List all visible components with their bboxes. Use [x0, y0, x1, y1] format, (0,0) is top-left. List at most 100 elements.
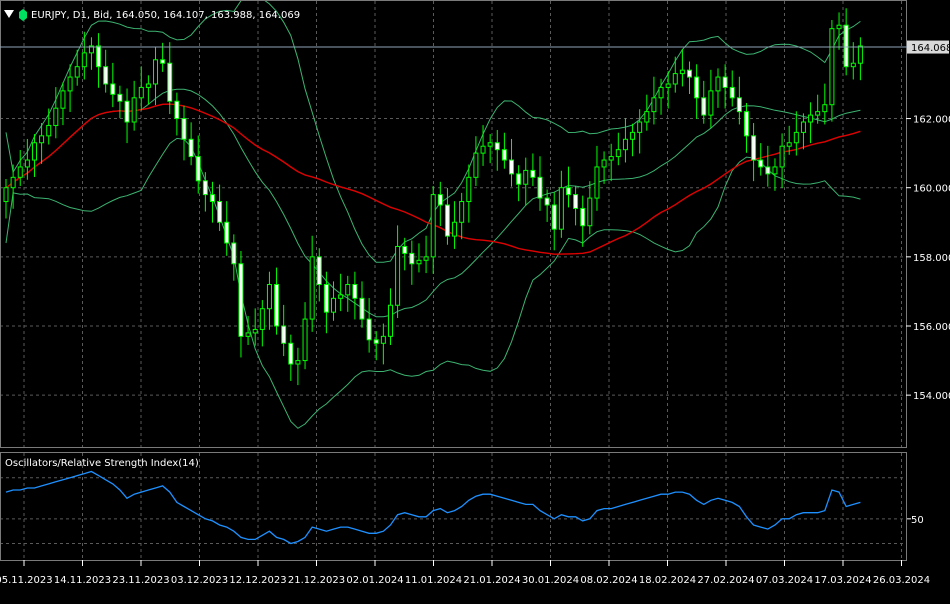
bear-candle-body [274, 284, 280, 327]
bull-candle-body [601, 159, 607, 168]
bull-candle-body [487, 142, 493, 147]
bear-candle-body [181, 118, 187, 140]
bull-candle-body [587, 197, 593, 227]
bear-candle-body [96, 45, 102, 68]
bear-candle-body [516, 173, 522, 185]
bull-candle-body [31, 142, 37, 161]
bull-candle-body [594, 166, 600, 199]
bull-candle-body [452, 221, 458, 237]
bull-candle-body [74, 66, 80, 78]
bull-candle-body [615, 149, 621, 158]
bear-candle-body [694, 76, 700, 99]
time-tick-label: 18.02.2024 [639, 575, 696, 586]
time-tick-label: 07.03.2024 [756, 575, 813, 586]
price-tick-label: 162.000 [913, 115, 950, 126]
chart-area[interactable]: 164.068 EURJPY, D1, Bid, 164.050, 164.10… [0, 0, 950, 600]
bull-candle-body [644, 111, 650, 123]
bear-candle-body [537, 176, 543, 199]
current-price-label: 164.068 [911, 43, 950, 54]
bull-candle-body [423, 256, 429, 261]
chart-canvas[interactable]: 164.068 EURJPY, D1, Bid, 164.050, 164.10… [0, 0, 950, 600]
bull-candle-body [46, 124, 52, 137]
bull-candle-body [558, 187, 564, 230]
bear-candle-body [110, 83, 116, 95]
bear-candle-body [765, 166, 771, 175]
bear-candle-body [231, 242, 237, 265]
bull-candle-body [679, 69, 685, 75]
bull-candle-body [836, 24, 842, 30]
time-tick-label: 17.03.2024 [814, 575, 871, 586]
time-tick-label: 23.11.2023 [112, 575, 169, 586]
bull-candle-body [473, 152, 479, 178]
bear-candle-body [167, 62, 173, 102]
bull-candle-body [466, 176, 472, 203]
bear-candle-body [195, 156, 201, 182]
bull-candle-body [857, 45, 863, 64]
time-tick-label: 26.03.2024 [873, 575, 930, 586]
bull-candle-body [138, 86, 144, 99]
bear-candle-body [722, 76, 728, 88]
bull-candle-body [338, 294, 344, 299]
time-tick-label: 30.01.2024 [522, 575, 579, 586]
bull-candle-body [252, 328, 258, 334]
bull-candle-body [245, 332, 251, 337]
bear-candle-body [573, 194, 579, 209]
price-tick-label: 158.000 [913, 253, 950, 264]
time-tick-label: 05.11.2023 [0, 575, 53, 586]
bear-candle-body [373, 339, 379, 344]
bear-candle-body [238, 263, 244, 337]
bull-candle-body [416, 259, 422, 265]
bear-candle-body [323, 284, 329, 313]
bear-candle-body [174, 100, 180, 120]
bull-candle-body [380, 335, 386, 344]
bear-candle-body [281, 325, 287, 344]
bull-candle-body [850, 62, 856, 68]
bull-candle-body [3, 187, 9, 203]
bull-candle-body [630, 131, 636, 140]
bear-candle-body [444, 204, 450, 237]
bear-candle-body [729, 86, 735, 99]
bear-candle-body [160, 59, 166, 64]
time-tick-label: 27.02.2024 [697, 575, 754, 586]
bull-candle-body [17, 166, 23, 178]
bull-candle-body [24, 159, 30, 168]
bull-candle-body [430, 194, 436, 258]
rsi-title: Oscillators/Relative Strength Index(14) [5, 458, 199, 469]
bull-candle-body [480, 145, 486, 154]
bull-candle-body [608, 156, 614, 161]
bull-candle-body [715, 76, 721, 92]
bull-candle-body [131, 97, 137, 123]
bull-candle-body [665, 83, 671, 88]
bull-candle-body [295, 360, 301, 365]
time-tick-label: 11.01.2024 [405, 575, 462, 586]
bear-candle-body [217, 201, 223, 223]
price-tick-label: 156.000 [913, 322, 950, 333]
bull-candle-body [67, 76, 73, 92]
bull-candle-body [637, 121, 643, 133]
bull-candle-body [523, 169, 529, 185]
time-tick-label: 21.01.2024 [463, 575, 520, 586]
bear-candle-body [103, 66, 109, 85]
bull-candle-body [259, 308, 265, 330]
bull-candle-body [309, 256, 315, 320]
bear-candle-body [224, 221, 230, 244]
bear-candle-body [494, 142, 500, 151]
bear-candle-body [437, 194, 443, 206]
bull-candle-body [622, 138, 628, 151]
bear-candle-body [409, 252, 415, 265]
bear-candle-body [366, 318, 372, 341]
bull-candle-body [800, 121, 806, 133]
bull-candle-body [779, 145, 785, 168]
time-tick-label: 03.12.2023 [171, 575, 228, 586]
bear-candle-body [551, 204, 557, 230]
time-tick-label: 21.12.2023 [288, 575, 345, 586]
bear-candle-body [402, 245, 408, 254]
bear-candle-body [501, 149, 507, 161]
bear-candle-body [565, 187, 571, 196]
bear-candle-body [509, 159, 515, 175]
bull-candle-body [708, 90, 714, 116]
price-tick-label: 154.000 [913, 391, 950, 402]
bull-candle-body [815, 111, 821, 116]
bear-candle-body [544, 197, 550, 206]
time-tick-label: 14.11.2023 [54, 575, 111, 586]
